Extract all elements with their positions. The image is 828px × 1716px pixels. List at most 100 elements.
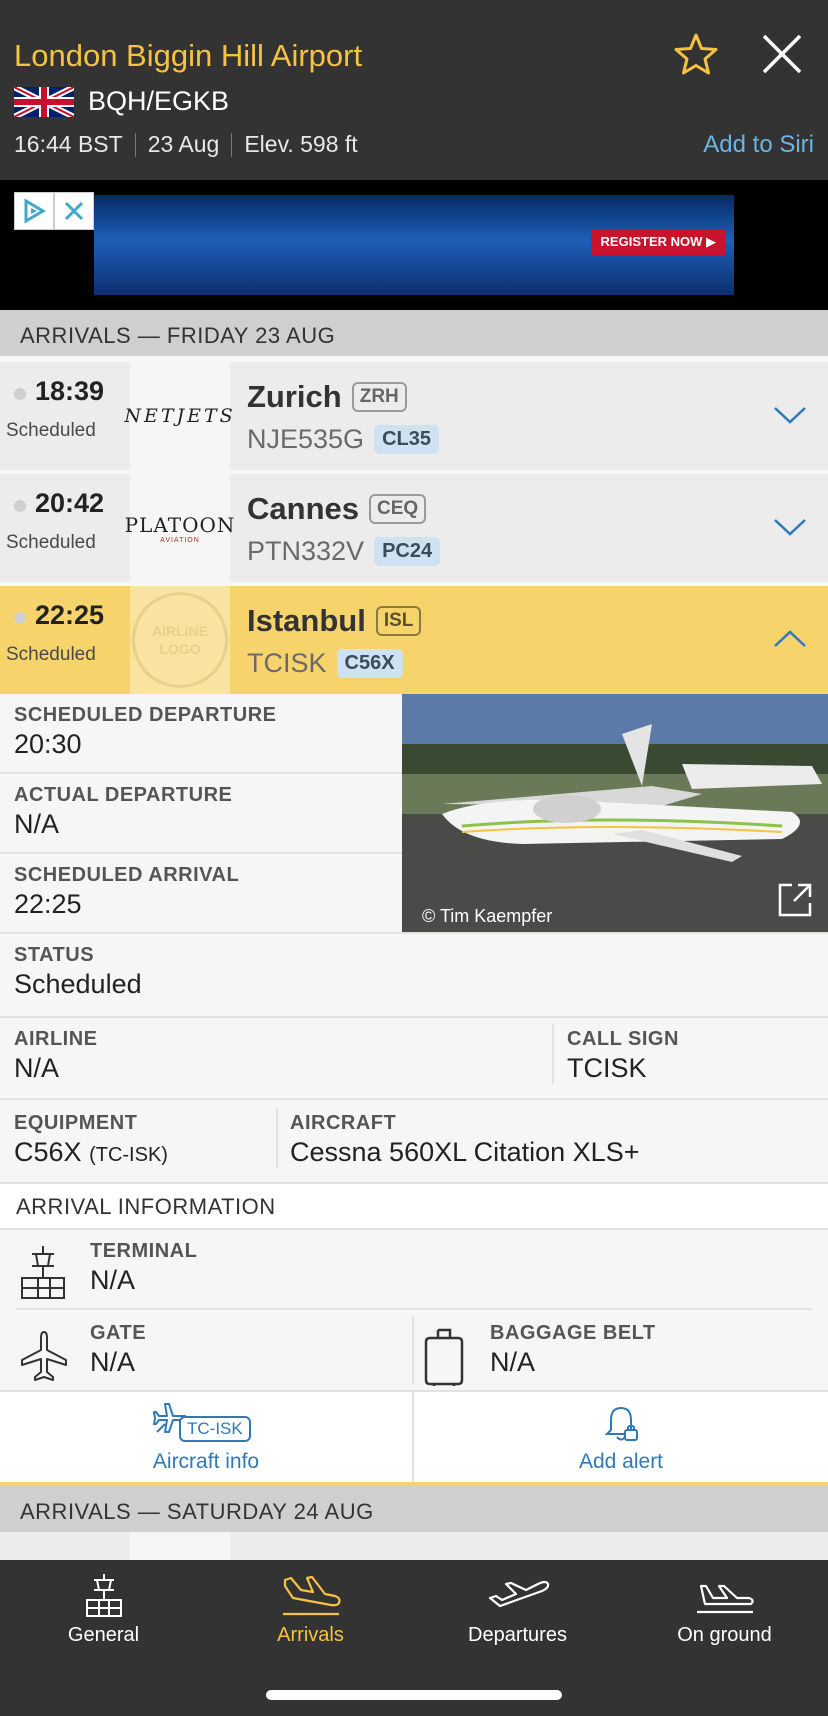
tab-general[interactable]: General [0, 1572, 207, 1660]
aircraft-field: AIRCRAFT Cessna 560XL Citation XLS+ [276, 1102, 828, 1178]
airport-codes-row: BQH/EGKB [14, 86, 229, 117]
iata-badge: CEQ [368, 494, 427, 524]
registration-tag: TC-ISK [179, 1416, 251, 1442]
tower-icon [85, 1574, 122, 1617]
destination-city: Istanbul [247, 603, 366, 638]
local-date: 23 Aug [147, 131, 220, 157]
next-flight-row-partial[interactable] [0, 1532, 828, 1560]
flight-time-cell: 18:39 Scheduled [0, 362, 130, 470]
call-sign-field: CALL SIGN TCISK [553, 1018, 828, 1094]
field-value: N/A [14, 1053, 60, 1083]
field-value: C56X (TC-ISK) [14, 1137, 262, 1168]
ad-banner[interactable]: REGISTER NOW ▶ [0, 180, 828, 310]
field-label: SCHEDULED DEPARTURE [14, 704, 277, 726]
divider [134, 132, 136, 157]
tab-arrivals[interactable]: Arrivals [207, 1572, 414, 1660]
flight-row[interactable]: 20:42 Scheduled PLATOON AVIATION Cannes … [0, 474, 828, 582]
divider [0, 1098, 828, 1100]
ad-creative[interactable]: REGISTER NOW ▶ [94, 195, 734, 295]
scheduled-departure: SCHEDULED DEPARTURE 20:30 [0, 694, 400, 770]
equipment-code: C56X [14, 1137, 82, 1167]
aircraft-type-badge: PC24 [374, 537, 441, 566]
add-alert-label: Add alert [578, 1450, 664, 1473]
airline-logo: PLATOON AVIATION [125, 474, 234, 582]
field-value: N/A [490, 1347, 536, 1377]
flight-number: TCISK [247, 648, 327, 678]
field-label: AIRCRAFT [290, 1112, 397, 1134]
flight-number-row: NJE535G CL35 [247, 424, 439, 455]
airline-logo-text: PLATOON [124, 512, 236, 537]
aircraft-info-button[interactable]: TC-ISK Aircraft info [0, 1392, 412, 1484]
elevation: Elev. 598 ft [244, 131, 358, 157]
flight-time: 20:42 [35, 488, 105, 518]
departures-plane-icon [488, 1580, 549, 1608]
flight-number: PTN332V [247, 536, 365, 566]
section-header-friday: ARRIVALS — FRIDAY 23 AUG [0, 310, 828, 356]
airline-logo-subtext: AVIATION [160, 536, 200, 544]
flight-number-row: TCISK C56X [247, 648, 403, 679]
field-value: Scheduled [14, 969, 142, 999]
open-external-icon[interactable] [776, 881, 814, 919]
flight-number-row: PTN332V PC24 [247, 536, 441, 567]
airport-codes: BQH/EGKB [88, 86, 230, 116]
flight-time: 22:25 [35, 600, 105, 630]
destination-row: Zurich ZRH [247, 379, 407, 415]
iata-badge: ZRH [351, 382, 407, 412]
baggage-belt-cell: BAGGAGE BELT N/A [414, 1312, 828, 1392]
destination-city: Cannes [247, 491, 359, 526]
tab-on-ground[interactable]: On ground [621, 1572, 828, 1660]
field-label: STATUS [14, 944, 95, 966]
chevron-down-icon[interactable] [772, 512, 808, 540]
tab-label: Departures [468, 1624, 567, 1646]
tab-label: On ground [677, 1624, 772, 1646]
field-value: TCISK [567, 1053, 647, 1083]
field-value: N/A [90, 1265, 136, 1295]
aircraft-info-graphic: TC-ISK [151, 1400, 261, 1444]
ad-choices[interactable] [14, 192, 94, 230]
status-dot [14, 612, 26, 624]
aircraft-photo-image [402, 694, 828, 933]
airport-info-row: 16:44 BST 23 Aug Elev. 598 ft [14, 131, 358, 158]
tab-departures[interactable]: Departures [414, 1572, 621, 1660]
flight-time-cell: 20:42 Scheduled [0, 474, 130, 582]
destination-row: Istanbul ISL [247, 603, 422, 639]
iata-badge: ISL [375, 606, 422, 636]
home-indicator[interactable] [266, 1690, 562, 1700]
on-ground-plane-icon [696, 1584, 754, 1614]
field-label: SCHEDULED ARRIVAL [14, 864, 240, 886]
flight-row-expanded[interactable]: 22:25 Scheduled AIRLINE LOGO Istanbul IS… [0, 586, 828, 694]
add-to-siri-link[interactable]: Add to Siri [703, 131, 814, 159]
status-dot [14, 500, 26, 512]
destination-city: Zurich [247, 379, 342, 414]
gate-plane-icon [21, 1331, 67, 1381]
divider [16, 1308, 812, 1310]
baggage-icon [424, 1328, 464, 1386]
scheduled-arrival: SCHEDULED ARRIVAL 22:25 [0, 854, 400, 930]
aircraft-photo[interactable]: © Tim Kaempfer [402, 694, 828, 933]
adchoices-icon[interactable] [14, 192, 54, 230]
terminal-row: TERMINAL N/A [0, 1230, 828, 1310]
field-label: GATE [90, 1322, 147, 1344]
airline-logo-text: AIRLINE LOGO [152, 623, 208, 657]
actual-departure: ACTUAL DEPARTURE N/A [0, 774, 400, 850]
flight-number: NJE535G [247, 424, 365, 454]
add-alert-button[interactable]: Add alert [414, 1392, 828, 1484]
destination-row: Cannes CEQ [247, 491, 427, 527]
flight-status: Scheduled [6, 644, 96, 665]
aircraft-type-badge: C56X [336, 649, 403, 678]
airline-logo-placeholder: AIRLINE LOGO [130, 586, 230, 694]
chevron-up-icon[interactable] [772, 624, 808, 652]
favorite-star-icon[interactable] [672, 31, 720, 79]
terminal-icon [21, 1246, 65, 1299]
field-value: N/A [14, 809, 60, 839]
airport-header: London Biggin Hill Airport BQH/EGKB 16:4… [0, 0, 828, 180]
chevron-down-icon[interactable] [772, 400, 808, 428]
ad-close-icon[interactable] [54, 192, 94, 230]
field-label: CALL SIGN [567, 1028, 679, 1050]
ad-register-button[interactable]: REGISTER NOW ▶ [590, 229, 726, 255]
status-field: STATUS Scheduled [0, 934, 828, 1010]
local-time: 16:44 BST [14, 131, 123, 157]
close-icon[interactable] [760, 32, 804, 76]
tab-label: Arrivals [277, 1624, 344, 1646]
flight-row[interactable]: 18:39 Scheduled NETJETS Zurich ZRH NJE53… [0, 362, 828, 470]
